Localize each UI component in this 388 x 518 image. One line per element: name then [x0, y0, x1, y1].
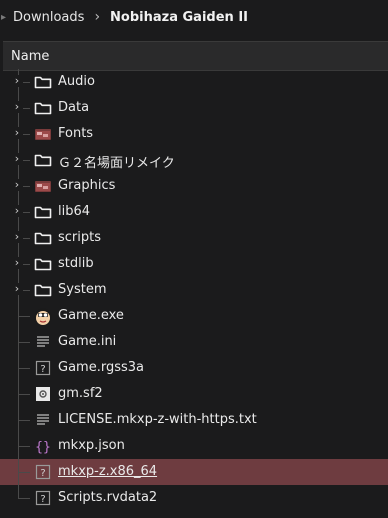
tree-branch-line	[18, 316, 30, 317]
folder-row[interactable]: › Ｇ２名場面リメイク	[0, 147, 388, 173]
file-row[interactable]: ? Scripts.rvdata2	[0, 485, 388, 511]
tree-branch-line	[18, 446, 30, 447]
item-label: Ｇ２名場面リメイク	[58, 156, 175, 171]
text-file-icon	[34, 334, 52, 350]
item-label: mkxp-z.x86_64	[58, 464, 158, 479]
text-file-icon	[34, 412, 52, 428]
item-label: gm.sf2	[58, 386, 103, 401]
custom-folder-icon	[34, 178, 52, 194]
tree-branch-line	[18, 342, 30, 343]
svg-text:?: ?	[40, 494, 45, 505]
folder-icon	[34, 230, 52, 246]
column-header: Name	[3, 41, 388, 71]
item-label: Game.exe	[58, 308, 124, 323]
expand-chevron-icon[interactable]: ›	[11, 283, 23, 295]
breadcrumb-current-folder[interactable]: Nobihaza Gaiden II	[110, 10, 248, 25]
item-label: mkxp.json	[58, 438, 125, 453]
svg-text:?: ?	[40, 364, 45, 375]
folder-icon	[34, 282, 52, 298]
item-label: Fonts	[58, 126, 94, 141]
expand-chevron-icon[interactable]: ›	[11, 101, 23, 113]
tree-guide-line	[18, 485, 19, 498]
item-label: stdlib	[58, 256, 94, 271]
folder-row[interactable]: › scripts	[0, 225, 388, 251]
folder-row[interactable]: › System	[0, 277, 388, 303]
breadcrumb-downloads[interactable]: Downloads	[13, 10, 84, 25]
expand-chevron-icon[interactable]: ›	[11, 205, 23, 217]
folder-icon	[34, 74, 52, 90]
expand-chevron-icon[interactable]: ›	[11, 231, 23, 243]
folder-icon	[34, 256, 52, 272]
file-row[interactable]: LICENSE.mkxp-z-with-https.txt	[0, 407, 388, 433]
file-row[interactable]: gm.sf2	[0, 381, 388, 407]
unknown-file-icon: ?	[34, 464, 52, 480]
breadcrumb: ▸ Downloads › Nobihaza Gaiden II	[0, 0, 388, 34]
expand-chevron-icon[interactable]: ›	[11, 153, 23, 165]
folder-row[interactable]: › lib64	[0, 199, 388, 225]
item-label: Audio	[58, 74, 95, 89]
item-label: scripts	[58, 230, 101, 245]
folder-icon	[34, 204, 52, 220]
tree-branch-line	[18, 368, 30, 369]
file-row[interactable]: Game.ini	[0, 329, 388, 355]
item-label: lib64	[58, 204, 91, 219]
item-label: Graphics	[58, 178, 116, 193]
unknown-file-icon: ?	[34, 490, 52, 506]
folder-row[interactable]: › Data	[0, 95, 388, 121]
svg-text:{}: {}	[35, 440, 51, 454]
svg-text:?: ?	[40, 468, 45, 479]
item-label: Game.rgss3a	[58, 360, 144, 375]
folder-row[interactable]: › Fonts	[0, 121, 388, 147]
tree-branch-line	[18, 420, 30, 421]
folder-row[interactable]: › Graphics	[0, 173, 388, 199]
doraemon-app-icon	[34, 308, 52, 326]
item-label: Game.ini	[58, 334, 117, 349]
expand-chevron-icon[interactable]: ›	[11, 127, 23, 139]
tree-branch-line	[18, 394, 30, 395]
item-label: LICENSE.mkxp-z-with-https.txt	[58, 412, 257, 427]
item-label: System	[58, 282, 107, 297]
settings-file-icon	[34, 386, 52, 402]
tree-branch-line	[18, 472, 30, 473]
file-row[interactable]: {} mkxp.json	[0, 433, 388, 459]
file-row[interactable]: Game.exe	[0, 303, 388, 329]
item-label: Data	[58, 100, 90, 115]
folder-row[interactable]: › stdlib	[0, 251, 388, 277]
folder-icon	[34, 152, 52, 168]
file-row[interactable]: ? Game.rgss3a	[0, 355, 388, 381]
custom-folder-icon	[34, 126, 52, 142]
breadcrumb-back-chevron-icon[interactable]: ▸	[1, 12, 6, 23]
expand-chevron-icon[interactable]: ›	[11, 75, 23, 87]
folder-icon	[34, 100, 52, 116]
expand-chevron-icon[interactable]: ›	[11, 257, 23, 269]
breadcrumb-separator-icon: ›	[94, 9, 101, 25]
json-file-icon: {}	[34, 438, 52, 455]
file-row[interactable]: ? mkxp-z.x86_64	[0, 459, 388, 485]
name-column-header[interactable]: Name	[11, 49, 49, 64]
item-label: Scripts.rvdata2	[58, 490, 158, 505]
folder-row[interactable]: › Audio	[0, 69, 388, 95]
unknown-file-icon: ?	[34, 360, 52, 376]
file-tree: › Audio › Data › Fonts › Ｇ２名場面リメイク › Graphics › lib…	[0, 69, 388, 511]
expand-chevron-icon[interactable]: ›	[11, 179, 23, 191]
tree-branch-line	[18, 498, 30, 499]
